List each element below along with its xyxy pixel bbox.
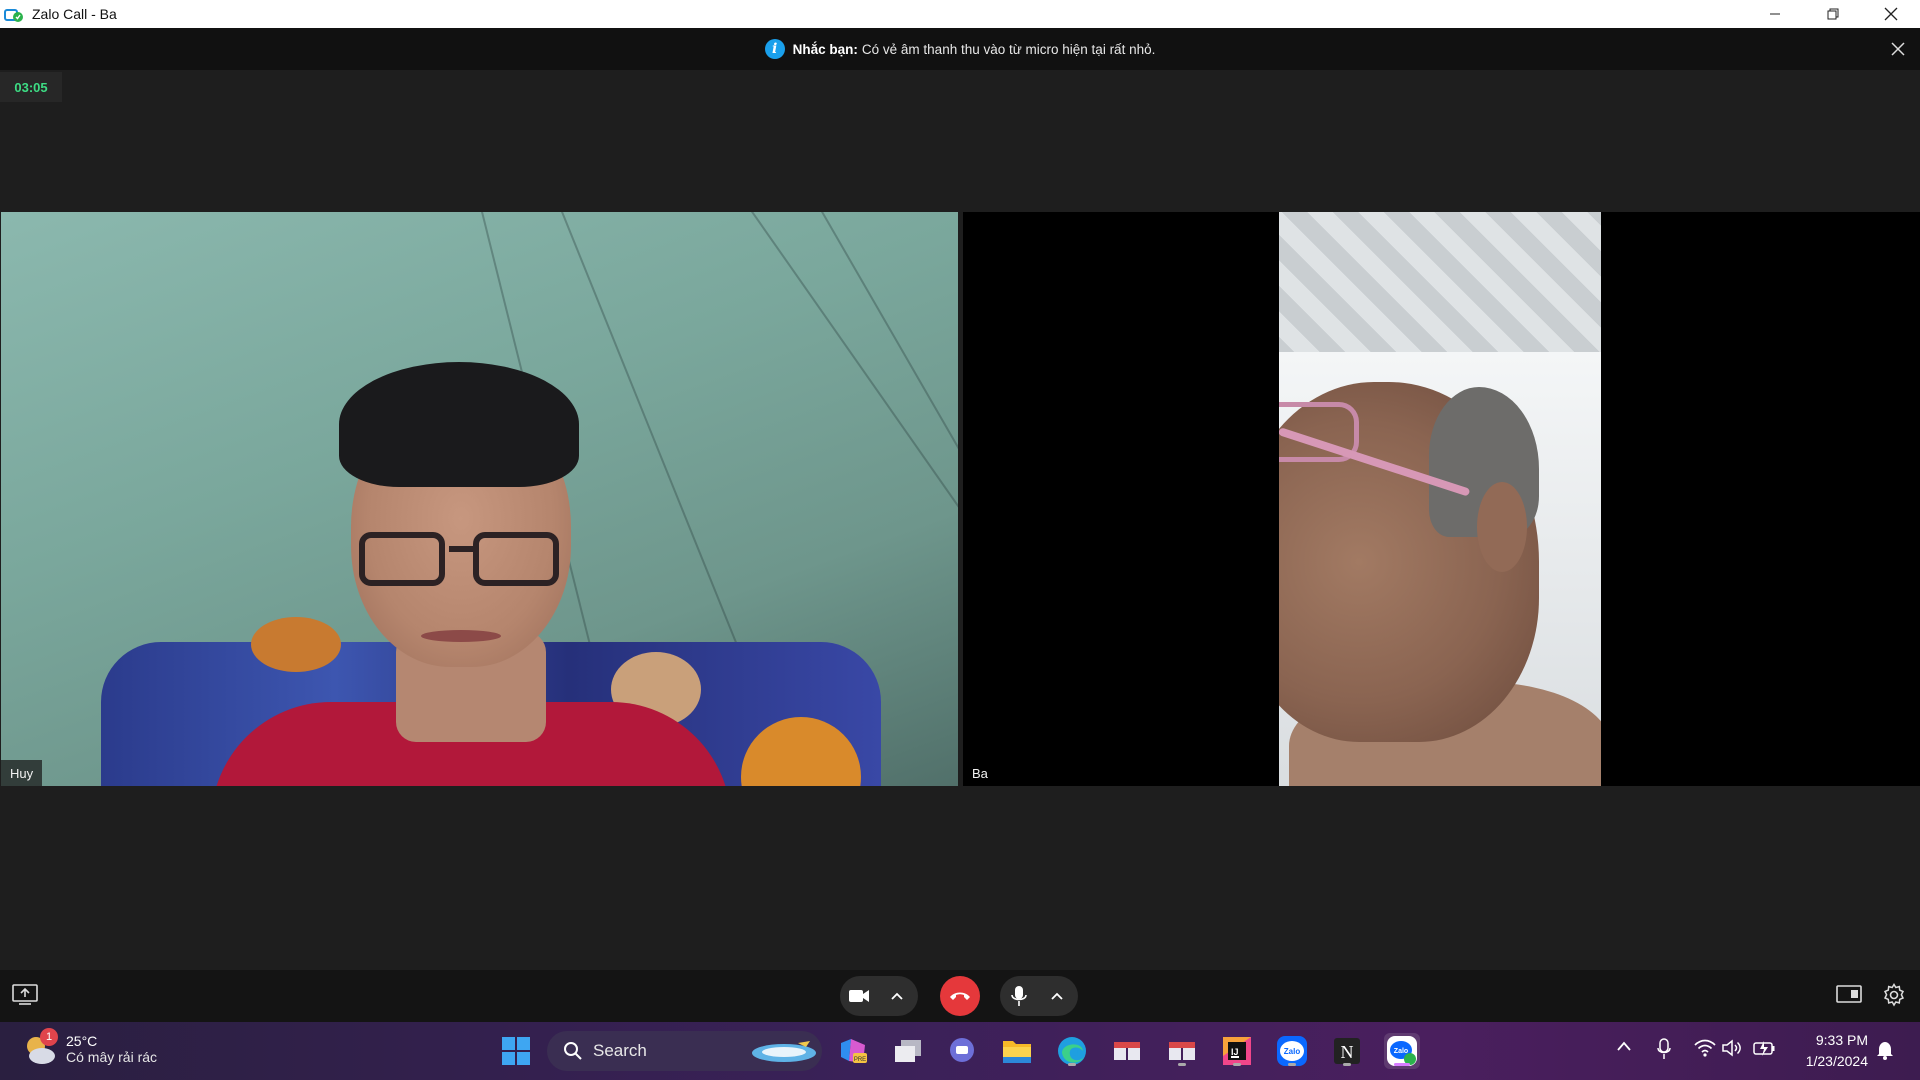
glasses-bridge xyxy=(449,546,475,552)
svg-text:PRE: PRE xyxy=(854,1057,866,1063)
mosquito-net-line xyxy=(821,212,958,576)
copilot-icon[interactable]: PRE xyxy=(835,1033,871,1069)
mic-options-chevron-icon[interactable] xyxy=(1038,976,1076,1016)
battery-charging-icon[interactable] xyxy=(1752,1039,1776,1060)
search-label: Search xyxy=(593,1041,647,1060)
running-indicator xyxy=(1233,1063,1241,1066)
share-screen-icon[interactable] xyxy=(12,984,38,1008)
participant-name-huy: Huy xyxy=(1,760,43,786)
video-tile-huy[interactable]: Huy xyxy=(1,212,958,786)
task-view-icon[interactable] xyxy=(890,1033,926,1069)
svg-text:Zalo: Zalo xyxy=(1394,1048,1408,1055)
mouth xyxy=(421,630,501,642)
file-explorer-icon[interactable] xyxy=(999,1033,1035,1069)
taskbar-clock[interactable]: 9:33 PM 1/23/2024 xyxy=(1806,1030,1868,1072)
camera-control-group xyxy=(840,976,918,1016)
windows-taskbar: 1 25°C Có mây rải rác Search PRE IJ Zalo… xyxy=(0,1022,1920,1080)
notion-icon[interactable]: N xyxy=(1329,1033,1365,1069)
window-title: Zalo Call - Ba xyxy=(32,6,117,22)
intellij-icon[interactable]: IJ xyxy=(1219,1033,1255,1069)
restore-button[interactable] xyxy=(1804,0,1862,28)
weather-temperature: 25°C xyxy=(66,1033,98,1049)
teams-chat-icon[interactable] xyxy=(944,1033,980,1069)
running-indicator xyxy=(1068,1063,1076,1066)
weather-widget[interactable]: 1 25°C Có mây rải rác xyxy=(22,1028,158,1066)
windows-start-icon[interactable] xyxy=(498,1033,534,1069)
zalo-call-app-icon xyxy=(4,4,24,24)
blanket-pattern xyxy=(251,617,341,672)
hair xyxy=(339,362,579,487)
clock-time: 9:33 PM xyxy=(1815,1032,1868,1048)
end-call-button[interactable] xyxy=(940,976,980,1016)
glasses-right-lens xyxy=(473,532,559,586)
search-highlight-icon xyxy=(752,1041,816,1062)
weather-alert-badge: 1 xyxy=(40,1028,58,1046)
volume-icon[interactable] xyxy=(1722,1039,1742,1060)
participant-name-ba: Ba xyxy=(972,765,988,781)
app-icon-2[interactable] xyxy=(1164,1033,1200,1069)
weather-description: Có mây rải rác xyxy=(66,1049,158,1065)
notification-bell-icon[interactable] xyxy=(1876,1040,1894,1063)
notice-message: Có vẻ âm thanh thu vào từ micro hiện tại… xyxy=(861,41,1156,57)
zalo-call-icon[interactable]: Zalo xyxy=(1384,1033,1420,1069)
title-bar: Zalo Call - Ba xyxy=(0,0,1920,28)
glasses-left-lens xyxy=(359,532,445,586)
app-icon-1[interactable] xyxy=(1109,1033,1145,1069)
camera-options-chevron-icon[interactable] xyxy=(878,976,916,1016)
partly-cloudy-night-icon: 1 xyxy=(22,1028,58,1066)
svg-text:Zalo: Zalo xyxy=(1284,1047,1301,1056)
search-icon xyxy=(564,1042,582,1060)
running-indicator xyxy=(1288,1063,1296,1066)
active-indicator xyxy=(1394,1063,1410,1066)
video-tile-ba[interactable]: Ba xyxy=(963,212,1920,786)
settings-gear-icon[interactable] xyxy=(1882,983,1908,1009)
svg-text:IJ: IJ xyxy=(1231,1047,1239,1057)
show-hidden-icons-chevron-icon[interactable] xyxy=(1616,1039,1632,1055)
call-controls-bar xyxy=(0,970,1920,1022)
svg-text:N: N xyxy=(1341,1042,1354,1062)
edge-icon[interactable] xyxy=(1054,1033,1090,1069)
layout-toggle-icon[interactable] xyxy=(1836,984,1862,1008)
ba-video-feed xyxy=(1279,212,1601,786)
mic-warning-banner: i Nhắc bạn: Có vẻ âm thanh thu vào từ mi… xyxy=(0,28,1920,70)
ear xyxy=(1477,482,1527,572)
close-banner-icon[interactable] xyxy=(1886,37,1910,61)
wifi-icon[interactable] xyxy=(1694,1039,1716,1060)
call-timer: 03:05 xyxy=(0,72,62,102)
notice-title: Nhắc bạn: xyxy=(792,41,858,57)
close-window-button[interactable] xyxy=(1862,0,1920,28)
microphone-toggle-button[interactable] xyxy=(1000,976,1038,1016)
running-indicator xyxy=(1178,1063,1186,1066)
minimize-button[interactable] xyxy=(1746,0,1804,28)
camera-toggle-button[interactable] xyxy=(840,976,878,1016)
zalo-icon[interactable]: Zalo xyxy=(1274,1033,1310,1069)
running-indicator xyxy=(1343,1063,1351,1066)
microphone-tray-icon[interactable] xyxy=(1657,1038,1671,1063)
info-icon: i xyxy=(764,39,785,59)
ceiling-tiles xyxy=(1279,212,1601,362)
taskbar-search-box[interactable]: Search xyxy=(547,1031,822,1071)
call-stage: 03:05 Huy Ba xyxy=(0,70,1920,970)
mic-control-group xyxy=(1000,976,1078,1016)
clock-date: 1/23/2024 xyxy=(1805,1053,1868,1069)
